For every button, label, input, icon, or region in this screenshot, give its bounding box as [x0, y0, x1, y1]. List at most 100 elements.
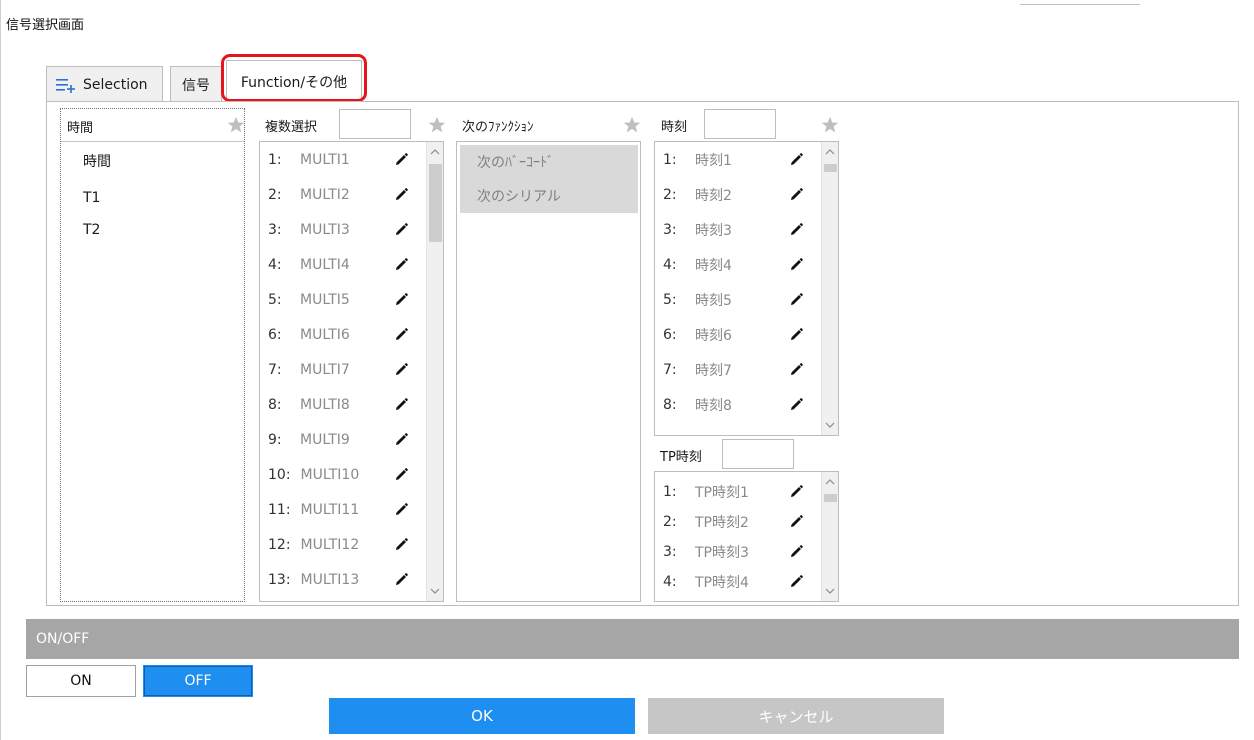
- pencil-icon[interactable]: [788, 484, 804, 500]
- time-item[interactable]: T2: [83, 222, 100, 238]
- pencil-icon[interactable]: [393, 292, 409, 308]
- pencil-icon[interactable]: [393, 502, 409, 518]
- time-item[interactable]: T1: [83, 190, 100, 206]
- tab-selection[interactable]: Selection: [46, 66, 163, 102]
- chevron-up-icon[interactable]: [825, 478, 835, 486]
- star-icon[interactable]: [821, 116, 839, 134]
- tp-filter-input[interactable]: [722, 439, 794, 469]
- list-item-number: 6:: [268, 327, 282, 343]
- ok-button[interactable]: OK: [329, 698, 635, 734]
- pencil-icon[interactable]: [393, 467, 409, 483]
- list-item[interactable]: 7: MULTI7: [268, 360, 350, 380]
- scrollbar-thumb[interactable]: [429, 164, 442, 242]
- list-item-label: 時刻7: [695, 363, 732, 379]
- scrollbar[interactable]: [821, 472, 838, 601]
- list-item-number: 4:: [268, 257, 282, 273]
- list-item[interactable]: 13: MULTI13: [268, 570, 359, 590]
- pencil-icon[interactable]: [788, 574, 804, 590]
- list-item[interactable]: 4: MULTI4: [268, 255, 350, 275]
- list-item[interactable]: 2: MULTI2: [268, 185, 350, 205]
- pencil-icon[interactable]: [788, 514, 804, 530]
- function-item-next-serial[interactable]: 次のシリアル: [460, 179, 638, 213]
- list-item-number: 3:: [663, 544, 677, 560]
- pencil-icon[interactable]: [788, 327, 804, 343]
- cancel-button[interactable]: キャンセル: [648, 698, 944, 734]
- list-item-label: MULTI7: [300, 362, 350, 378]
- scrollbar[interactable]: [426, 142, 443, 601]
- star-icon[interactable]: [623, 116, 641, 134]
- list-item[interactable]: 6: MULTI6: [268, 325, 350, 345]
- time-item[interactable]: 時間: [83, 151, 111, 171]
- chevron-down-icon[interactable]: [825, 421, 835, 429]
- multi-filter-input[interactable]: [339, 109, 411, 139]
- tab-signal[interactable]: 信号: [170, 66, 222, 102]
- list-item-label: MULTI8: [300, 397, 350, 413]
- list-item[interactable]: 7: 時刻7: [663, 360, 732, 380]
- list-item[interactable]: 11: MULTI11: [268, 500, 359, 520]
- star-icon[interactable]: [428, 116, 446, 134]
- tp-clock-list[interactable]: 1: TP時刻1 2: TP時刻2 3: TP時刻3 4: TP時刻4: [654, 471, 839, 602]
- list-item[interactable]: 3: TP時刻3: [663, 542, 749, 562]
- list-item[interactable]: 2: 時刻2: [663, 185, 732, 205]
- pencil-icon[interactable]: [393, 572, 409, 588]
- list-item-number: 9:: [268, 432, 282, 448]
- off-button[interactable]: OFF: [143, 665, 253, 697]
- function-column-title: 次のﾌｧﾝｸｼｮﾝ: [462, 120, 534, 135]
- pencil-icon[interactable]: [393, 187, 409, 203]
- tab-function[interactable]: Function/その他: [226, 60, 362, 102]
- list-item[interactable]: 3: 時刻3: [663, 220, 732, 240]
- list-item[interactable]: 1: TP時刻1: [663, 482, 749, 502]
- chevron-up-icon[interactable]: [430, 148, 440, 156]
- scrollbar[interactable]: [821, 142, 838, 435]
- tab-selection-label: Selection: [83, 76, 148, 93]
- list-item-label: MULTI12: [300, 537, 360, 553]
- list-item[interactable]: 12: MULTI12: [268, 535, 359, 555]
- pencil-icon[interactable]: [393, 222, 409, 238]
- pencil-icon[interactable]: [393, 537, 409, 553]
- list-item[interactable]: 1: MULTI1: [268, 150, 350, 170]
- pencil-icon[interactable]: [393, 327, 409, 343]
- pencil-icon[interactable]: [788, 544, 804, 560]
- chevron-down-icon[interactable]: [825, 587, 835, 595]
- list-item[interactable]: 5: MULTI5: [268, 290, 350, 310]
- list-item[interactable]: 3: MULTI3: [268, 220, 350, 240]
- pencil-icon[interactable]: [788, 152, 804, 168]
- pencil-icon[interactable]: [788, 362, 804, 378]
- pencil-icon[interactable]: [393, 257, 409, 273]
- pencil-icon[interactable]: [788, 187, 804, 203]
- list-item-number: 2:: [663, 187, 677, 203]
- list-item[interactable]: 4: TP時刻4: [663, 572, 749, 592]
- list-item[interactable]: 8: MULTI8: [268, 395, 350, 415]
- scrollbar-thumb[interactable]: [824, 494, 837, 502]
- star-icon[interactable]: [227, 116, 245, 134]
- list-item[interactable]: 4: 時刻4: [663, 255, 732, 275]
- list-item[interactable]: 10: MULTI10: [268, 465, 359, 485]
- chevron-down-icon[interactable]: [430, 587, 440, 595]
- pencil-icon[interactable]: [788, 292, 804, 308]
- list-item-label: MULTI3: [300, 222, 350, 238]
- list-item[interactable]: 5: 時刻5: [663, 290, 732, 310]
- list-item[interactable]: 2: TP時刻2: [663, 512, 749, 532]
- pencil-icon[interactable]: [393, 397, 409, 413]
- pencil-icon[interactable]: [788, 222, 804, 238]
- pencil-icon[interactable]: [393, 432, 409, 448]
- pencil-icon[interactable]: [393, 362, 409, 378]
- on-button[interactable]: ON: [26, 665, 136, 697]
- list-item[interactable]: 8: 時刻8: [663, 395, 732, 415]
- pencil-icon[interactable]: [788, 397, 804, 413]
- clock-filter-input[interactable]: [704, 109, 776, 139]
- scrollbar-thumb[interactable]: [824, 164, 837, 172]
- pencil-icon[interactable]: [393, 152, 409, 168]
- list-item[interactable]: 1: 時刻1: [663, 150, 732, 170]
- function-item-next-barcode[interactable]: 次のﾊﾞｰｺｰﾄﾞ: [460, 145, 638, 179]
- list-item[interactable]: 6: 時刻6: [663, 325, 732, 345]
- function-list[interactable]: 次のﾊﾞｰｺｰﾄﾞ 次のシリアル: [456, 141, 641, 602]
- list-item-label: 時刻8: [695, 398, 732, 414]
- chevron-up-icon[interactable]: [825, 148, 835, 156]
- multi-list[interactable]: 1: MULTI1 2: MULTI2 3: MULTI3 4: MULTI4 5: MULTI5…: [259, 141, 444, 602]
- list-item-number: 6:: [663, 327, 677, 343]
- pencil-icon[interactable]: [788, 257, 804, 273]
- list-item[interactable]: 9: MULTI9: [268, 430, 350, 450]
- list-item-label: MULTI10: [300, 467, 360, 483]
- clock-list[interactable]: 1: 時刻1 2: 時刻2 3: 時刻3 4: 時刻4 5: 時刻5 6: 時刻6 7: 時刻7 8: 時刻8: [654, 141, 839, 436]
